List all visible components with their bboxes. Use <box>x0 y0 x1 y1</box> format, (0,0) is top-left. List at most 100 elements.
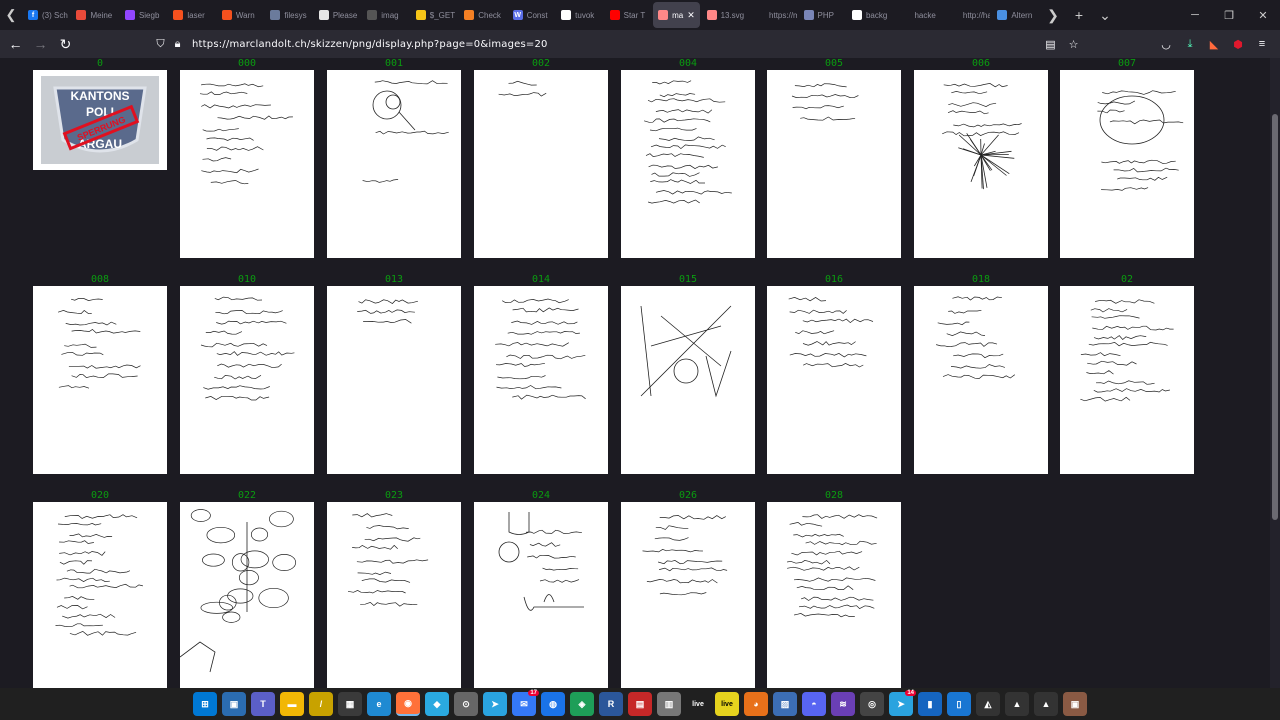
taskbar-app8-icon[interactable]: ▤ <box>628 692 652 716</box>
taskbar-edge-icon[interactable]: e <box>367 692 391 716</box>
tab-close-icon[interactable]: ✕ <box>687 10 695 21</box>
scrollbar-thumb[interactable] <box>1272 114 1278 520</box>
bookmark-star-icon[interactable]: ☆ <box>1065 38 1082 51</box>
tab-20[interactable]: Altern <box>992 2 1038 28</box>
sketch-image[interactable] <box>474 286 608 474</box>
tab-10[interactable]: W Const <box>508 2 554 28</box>
sketch-image[interactable] <box>914 70 1048 258</box>
sketch-image[interactable] <box>474 70 608 258</box>
sketch-image[interactable] <box>767 70 901 258</box>
ublock-icon[interactable]: ⬢ <box>1230 36 1246 52</box>
taskbar-app2-icon[interactable]: ◆ <box>425 692 449 716</box>
tab-4[interactable]: Warn <box>217 2 263 28</box>
reader-view-icon[interactable]: ▤ <box>1042 38 1059 51</box>
taskbar-discord-icon[interactable]: ◓ <box>802 692 826 716</box>
sketch-image[interactable] <box>621 286 755 474</box>
taskbar-live-icon[interactable]: live <box>686 692 710 716</box>
forward-arrow-icon[interactable]: → <box>28 30 53 58</box>
sketch-image[interactable] <box>767 502 901 688</box>
taskbar-app10-icon[interactable]: ◕ <box>744 692 768 716</box>
taskbar-firefox-icon[interactable]: ◉ <box>396 692 420 716</box>
minimize-icon[interactable]: ─ <box>1178 0 1212 30</box>
sketch-image[interactable] <box>33 502 167 688</box>
tab-19[interactable]: http://ha <box>944 2 990 28</box>
sketch-image[interactable] <box>327 502 461 688</box>
tab-1[interactable]: Meine <box>71 2 117 28</box>
taskbar-taskview-icon[interactable]: ▣ <box>222 692 246 716</box>
taskbar-app6-icon[interactable]: ◈ <box>570 692 594 716</box>
taskbar-telegram-icon[interactable]: ➤ <box>483 692 507 716</box>
tab-18[interactable]: hacke <box>895 2 941 28</box>
new-tab-icon[interactable]: + <box>1066 0 1092 30</box>
extension-icon[interactable]: ◣ <box>1206 36 1222 52</box>
tab-11[interactable]: Gtuvok <box>556 2 602 28</box>
sketch-image[interactable] <box>180 70 314 258</box>
taskbar-app3-icon[interactable]: ⊙ <box>454 692 478 716</box>
sketch-image[interactable] <box>180 286 314 474</box>
tab-8[interactable]: $_GET <box>411 2 457 28</box>
tab-list-chevron-down-icon[interactable]: ⌄ <box>1092 0 1118 30</box>
tab-13[interactable]: ma ✕ <box>653 2 700 28</box>
taskbar-app18-icon[interactable]: ▲ <box>1005 692 1029 716</box>
sketch-image[interactable] <box>180 502 314 688</box>
taskbar-app7-icon[interactable]: R <box>599 692 623 716</box>
tab-scroll-left-icon[interactable]: ❮ <box>0 0 22 30</box>
reload-icon[interactable]: ↻ <box>53 30 78 58</box>
tab-scroll-right-icon[interactable]: ❯ <box>1040 0 1066 30</box>
taskbar-app14-icon[interactable]: ➤ 14 <box>889 690 916 716</box>
pocket-icon[interactable]: ◡ <box>1158 36 1174 52</box>
taskbar-app11-icon[interactable]: ▨ <box>773 692 797 716</box>
tab-15[interactable]: https://ma <box>750 2 797 28</box>
taskbar-app17-icon[interactable]: ◭ <box>976 692 1000 716</box>
menu-icon[interactable]: ≡ <box>1254 36 1270 52</box>
tab-9[interactable]: Check <box>459 2 505 28</box>
restore-icon[interactable]: ❐ <box>1212 0 1246 30</box>
sketch-image[interactable]: KANTONS POLI ARGAU SPERRUNG <box>33 70 167 170</box>
tab-14[interactable]: 13.svg <box>702 2 748 28</box>
sketch-image[interactable] <box>327 70 461 258</box>
taskbar-app4-icon[interactable]: ✉ 17 <box>512 690 539 716</box>
sketch-image[interactable] <box>767 286 901 474</box>
taskbar-teams-icon[interactable]: T <box>251 692 275 716</box>
taskbar-start-icon[interactable]: ⊞ <box>193 692 217 716</box>
download-icon[interactable]: ⤓ <box>1182 36 1198 52</box>
shield-icon[interactable]: ⛉ <box>152 38 169 51</box>
tab-12[interactable]: Star T <box>605 2 651 28</box>
lock-icon[interactable]: 🔒︎ <box>169 38 186 51</box>
tab-5[interactable]: filesys <box>265 2 311 28</box>
tab-16[interactable]: PHP <box>799 2 845 28</box>
tab-0[interactable]: f (3) Sch <box>23 2 69 28</box>
tab-17[interactable]: backg <box>847 2 893 28</box>
tab-3[interactable]: laser <box>168 2 214 28</box>
tab-2[interactable]: Siegb <box>120 2 166 28</box>
taskbar-pen-icon[interactable]: / <box>309 692 333 716</box>
tab-6[interactable]: Please <box>314 2 360 28</box>
tab-7[interactable]: imag <box>362 2 408 28</box>
sketch-image[interactable] <box>33 286 167 474</box>
taskbar-app15-icon[interactable]: ▮ <box>918 692 942 716</box>
back-arrow-icon[interactable]: ← <box>3 30 28 58</box>
taskbar-app9-icon[interactable]: ▥ <box>657 692 681 716</box>
taskbar-app16-icon[interactable]: ▯ <box>947 692 971 716</box>
taskbar-live2-icon[interactable]: live <box>715 692 739 716</box>
scrollbar[interactable] <box>1270 58 1280 688</box>
sketch-image[interactable] <box>914 286 1048 474</box>
sketch-image[interactable] <box>621 502 755 688</box>
url-text[interactable]: https://marclandolt.ch/skizzen/png/displ… <box>192 39 548 50</box>
taskbar-explorer-icon[interactable]: ▬ <box>280 692 304 716</box>
sketch-image[interactable] <box>1060 70 1194 258</box>
sketch-image[interactable] <box>621 70 755 258</box>
taskbar-glyph: ◉ <box>404 697 412 708</box>
url-bar[interactable]: ⛉ 🔒︎ https://marclandolt.ch/skizzen/png/… <box>152 33 1082 55</box>
taskbar-app5-icon[interactable]: ◍ <box>541 692 565 716</box>
sketch-image[interactable] <box>327 286 461 474</box>
taskbar-app19-icon[interactable]: ▲ <box>1034 692 1058 716</box>
sketch-image[interactable] <box>474 502 608 688</box>
taskbar-app13-icon[interactable]: ◎ <box>860 692 884 716</box>
sketch-image[interactable] <box>1060 286 1194 474</box>
taskbar-app1-icon[interactable]: ▦ <box>338 692 362 716</box>
taskbar-app12-icon[interactable]: ≋ <box>831 692 855 716</box>
tab-label: (3) Sch <box>42 10 68 20</box>
close-icon[interactable]: ✕ <box>1246 0 1280 30</box>
taskbar-app20-icon[interactable]: ▣ <box>1063 692 1087 716</box>
